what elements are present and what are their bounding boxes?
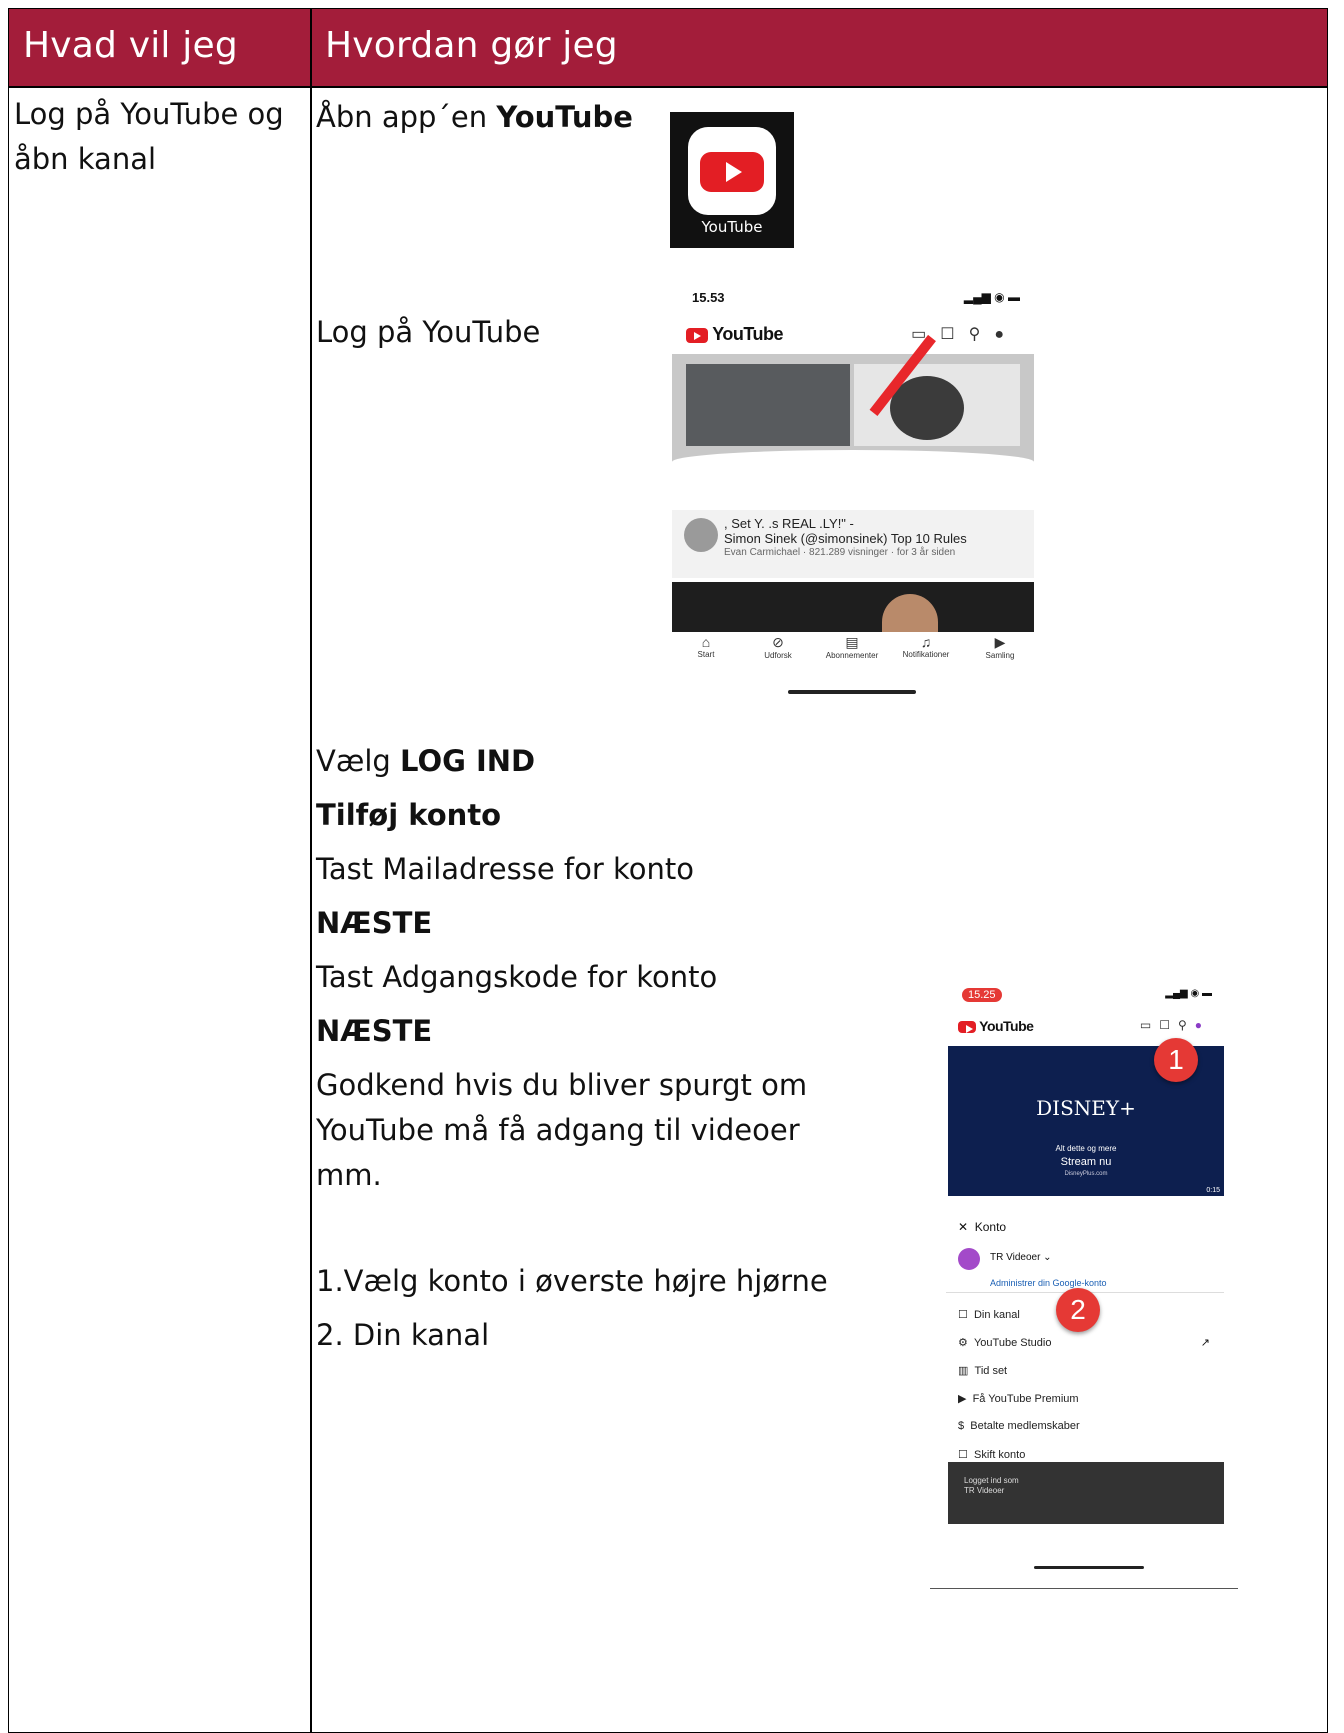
header-divider: [9, 86, 1327, 88]
promo-url: DisneyPlus.com: [1064, 1171, 1108, 1177]
toast-line-2: TR Videoer: [964, 1486, 1005, 1495]
play-icon: [700, 152, 764, 192]
menu-tid-set[interactable]: ▥ Tid set: [958, 1364, 1007, 1377]
close-icon[interactable]: ✕: [958, 1220, 968, 1234]
nav-notifikationer[interactable]: ♫ Notifikationer: [896, 634, 956, 659]
table-header: Hvad vil jeg Hvordan gør jeg: [9, 9, 1327, 86]
youtube-logo-2: YouTube: [958, 1018, 1034, 1034]
video-title-line-1: , Set Y. .s REAL .LY!" -: [724, 516, 854, 531]
home-indicator-2: [1034, 1566, 1144, 1569]
promo-line-1: Alt dette og mere: [1055, 1144, 1117, 1153]
youtube-account-screenshot: 15.25 ▂▄▆ ◉ ▬ YouTube ▭☐⚲● DISNEY+ Alt d…: [946, 986, 1224, 1576]
menu-premium[interactable]: ▶ Få YouTube Premium: [958, 1392, 1079, 1405]
promo-line-2: Stream nu: [1060, 1156, 1112, 1168]
step-password: Tast Adgangskode for konto: [316, 960, 718, 994]
manage-account-link[interactable]: Administrer din Google-konto: [990, 1278, 1107, 1288]
promo-brand: DISNEY+: [1036, 1096, 1136, 1120]
menu-youtube-studio[interactable]: ⚙ YouTube Studio: [958, 1336, 1051, 1349]
external-link-icon: ↗: [1200, 1337, 1210, 1349]
step-open-app: Åbn app´en YouTube: [316, 100, 633, 134]
menu-skift-konto[interactable]: ☐ Skift konto: [958, 1448, 1025, 1461]
step-login: Log på YouTube: [316, 315, 541, 349]
youtube-app-icon: YouTube: [670, 112, 794, 248]
callout-badge-1: 1: [1154, 1038, 1198, 1082]
account-panel-title: ✕ Konto: [958, 1220, 1007, 1234]
step-choose-account: 1.Vælg konto i øverste højre hjørne: [316, 1264, 828, 1298]
nav-abonnementer[interactable]: ▤ Abonnementer: [822, 634, 882, 660]
step-approve-3: mm.: [316, 1158, 382, 1192]
avatar[interactable]: [958, 1248, 980, 1270]
callout-badge-2: 2: [1056, 1288, 1100, 1332]
youtube-logo: YouTube: [686, 324, 784, 345]
task-label: Log på YouTube og åbn kanal: [14, 97, 284, 176]
video-meta: Evan Carmichael · 821.289 visninger · fo…: [724, 547, 956, 558]
menu-medlemskaber[interactable]: $ Betalte medlemskaber: [958, 1420, 1080, 1432]
toast: Logget ind som TR Videoer: [948, 1462, 1224, 1524]
status-time: 15.53: [692, 290, 725, 305]
step-next-1: NÆSTE: [316, 906, 433, 940]
video-duration: 0:15: [1206, 1187, 1220, 1194]
nav-udforsk[interactable]: ⊘ Udforsk: [748, 634, 808, 660]
step-next-2: NÆSTE: [316, 1014, 433, 1048]
step-add-account: Tilføj konto: [316, 798, 502, 832]
step-your-channel: 2. Din kanal: [316, 1318, 490, 1352]
status-icons-2: ▂▄▆ ◉ ▬: [1165, 988, 1212, 999]
header-col-what: Hvad vil jeg: [23, 25, 238, 66]
home-indicator: [788, 690, 916, 694]
nav-samling[interactable]: ▶ Samling: [970, 634, 1030, 660]
header-col-how: Hvordan gør jeg: [325, 25, 618, 66]
toolbar-icons-2: ▭☐⚲●: [1139, 1018, 1210, 1032]
video-title-line-2: Simon Sinek (@simonsinek) Top 10 Rules: [724, 531, 967, 546]
step-approve-1: Godkend hvis du bliver spurgt om: [316, 1068, 808, 1102]
app-icon-caption: YouTube: [701, 218, 763, 236]
column-divider: [310, 9, 312, 1732]
image-underline: [930, 1588, 1238, 1589]
video-thumbnail-2: [672, 582, 1034, 632]
nav-start[interactable]: ⌂ Start: [676, 634, 736, 659]
video-info: , Set Y. .s REAL .LY!" - Simon Sinek (@s…: [672, 510, 1034, 578]
toast-line-1: Logget ind som: [964, 1476, 1019, 1485]
video-thumbnail: [672, 354, 1034, 474]
step-approve-2: YouTube må få adgang til videoer: [316, 1113, 800, 1147]
menu-din-kanal[interactable]: ☐ Din kanal: [958, 1308, 1020, 1321]
step-mail: Tast Mailadresse for konto: [316, 852, 694, 886]
account-name[interactable]: TR Videoer ⌄: [990, 1252, 1052, 1263]
step-choose-login: Vælg LOG IND: [316, 744, 536, 778]
youtube-home-screenshot: 15.53 ▂▄▆ ◉ ▬ YouTube ▭☐⚲● , Set Y. .s R…: [672, 286, 1034, 698]
status-time-2: 15.25: [962, 988, 1002, 1002]
status-icons: ▂▄▆ ◉ ▬: [963, 290, 1020, 304]
channel-avatar: [684, 518, 718, 552]
